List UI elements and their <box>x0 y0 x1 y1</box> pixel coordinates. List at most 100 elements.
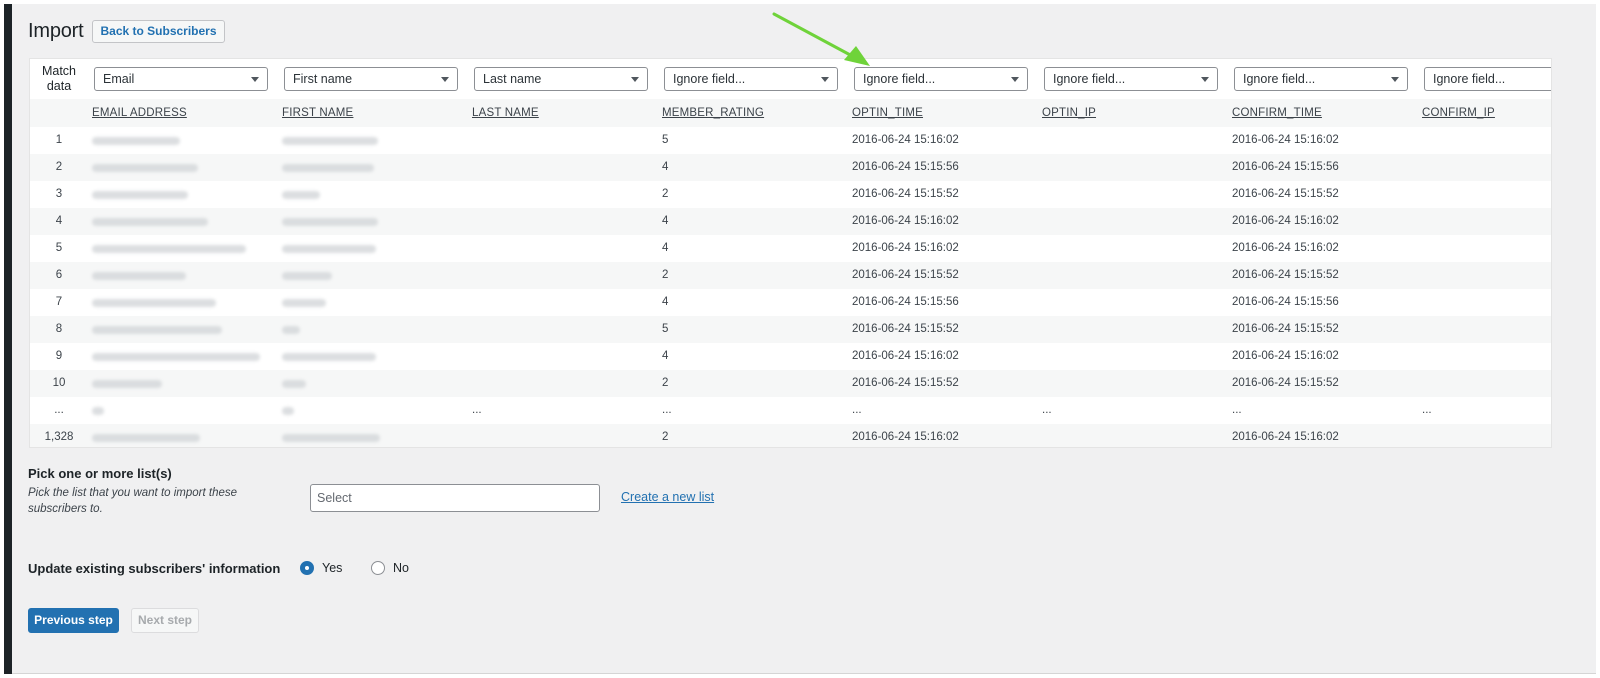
member-rating-cell: 4 <box>662 215 669 227</box>
blurred-first-name <box>282 245 376 253</box>
annotation-arrow-shaft <box>772 12 856 59</box>
column-header-optin-ip: OPTIN_IP <box>1042 107 1097 119</box>
import-page: Import Back to Subscribers Match data Em… <box>12 4 1596 674</box>
member-rating-cell: 4 <box>662 161 669 173</box>
update-yes-option[interactable]: Yes <box>300 561 342 575</box>
chevron-down-icon <box>251 77 259 82</box>
table-row: 1 5 2016-06-24 15:16:02 2016-06-24 15:16:02 <box>30 127 1551 154</box>
blurred-email <box>92 272 186 280</box>
member-rating-cell: 2 <box>662 188 669 200</box>
chevron-down-icon <box>1391 77 1399 82</box>
match-data-label: Match data <box>41 64 77 93</box>
confirm-time-cell: 2016-06-24 15:16:02 <box>1232 431 1339 443</box>
optin-time-cell: 2016-06-24 15:16:02 <box>852 215 959 227</box>
radio-no[interactable] <box>371 561 385 575</box>
blurred-email <box>92 299 216 307</box>
row-number: 5 <box>55 242 63 254</box>
table-row: 3 2 2016-06-24 15:15:52 2016-06-24 15:15:52 <box>30 181 1551 208</box>
chevron-down-icon <box>1201 77 1209 82</box>
column-header-first-name: FIRST NAME <box>282 107 354 119</box>
column-header-confirm-ip: CONFIRM_IP <box>1422 107 1495 119</box>
ellipsis-cell: ... <box>1232 404 1242 416</box>
blurred-first-name <box>282 272 332 280</box>
confirm-time-cell: 2016-06-24 15:16:02 <box>1232 134 1339 146</box>
blurred-email <box>92 434 200 442</box>
blurred-email <box>92 380 162 388</box>
field-select-first-name[interactable]: First name <box>284 67 458 91</box>
table-row: ..................... <box>30 397 1551 424</box>
field-select-last-name[interactable]: Last name <box>474 67 648 91</box>
create-new-list-link[interactable]: Create a new list <box>621 490 714 504</box>
row-number: 7 <box>55 296 63 308</box>
radio-yes[interactable] <box>300 561 314 575</box>
optin-time-cell: 2016-06-24 15:15:56 <box>852 296 959 308</box>
blurred-first-name <box>282 191 320 199</box>
confirm-time-cell: 2016-06-24 15:15:52 <box>1232 377 1339 389</box>
optin-time-cell: 2016-06-24 15:16:02 <box>852 242 959 254</box>
table-row: 7 4 2016-06-24 15:15:56 2016-06-24 15:15:56 <box>30 289 1551 316</box>
chevron-down-icon <box>1011 77 1019 82</box>
column-header-optin-time: OPTIN_TIME <box>852 107 924 119</box>
list-select-input[interactable]: Select <box>310 484 600 512</box>
column-header-confirm-time: CONFIRM_TIME <box>1232 107 1322 119</box>
blurred-email <box>92 407 104 415</box>
optin-time-cell: 2016-06-24 15:16:02 <box>852 350 959 362</box>
table-row: 1,328 2 2016-06-24 15:16:02 2016-06-24 15:1… <box>30 424 1551 447</box>
member-rating-cell: 4 <box>662 242 669 254</box>
row-number: 8 <box>55 323 63 335</box>
title-row: Import Back to Subscribers <box>28 16 225 46</box>
import-preview-table: Match data Email First name Last name Ig… <box>29 58 1552 448</box>
confirm-time-cell: 2016-06-24 15:15:56 <box>1232 296 1339 308</box>
ellipsis-cell: ... <box>852 404 862 416</box>
list-picker-description: Pick the list that you want to import th… <box>28 487 238 515</box>
confirm-time-cell: 2016-06-24 15:16:02 <box>1232 350 1339 362</box>
list-picker-title: Pick one or more list(s) <box>28 466 172 481</box>
optin-time-cell: 2016-06-24 15:15:52 <box>852 269 959 281</box>
optin-time-cell: 2016-06-24 15:16:02 <box>852 134 959 146</box>
blurred-first-name <box>282 164 374 172</box>
annotation-arrow-icon <box>772 12 870 66</box>
field-select-email[interactable]: Email <box>94 67 268 91</box>
ellipsis-cell: ... <box>1042 404 1052 416</box>
optin-time-cell: 2016-06-24 15:15:52 <box>852 188 959 200</box>
chevron-down-icon <box>631 77 639 82</box>
blurred-first-name <box>282 380 306 388</box>
row-number: 10 <box>52 377 66 389</box>
previous-step-button[interactable]: Previous step <box>28 608 119 633</box>
update-existing-label: Update existing subscribers' information <box>28 561 281 576</box>
optin-time-cell: 2016-06-24 15:16:02 <box>852 431 959 443</box>
confirm-time-cell: 2016-06-24 15:15:56 <box>1232 161 1339 173</box>
left-edge-bar <box>4 4 12 674</box>
update-no-option[interactable]: No <box>371 561 409 575</box>
blurred-first-name <box>282 299 326 307</box>
field-select-confirm-time[interactable]: Ignore field... <box>1234 67 1408 91</box>
optin-time-cell: 2016-06-24 15:15:56 <box>852 161 959 173</box>
bottom-divider <box>12 673 1596 674</box>
confirm-time-cell: 2016-06-24 15:16:02 <box>1232 242 1339 254</box>
optin-time-cell: 2016-06-24 15:15:52 <box>852 323 959 335</box>
field-select-confirm-ip[interactable]: Ignore field... <box>1424 67 1551 91</box>
table-row: 6 2 2016-06-24 15:15:52 2016-06-24 15:15:52 <box>30 262 1551 289</box>
list-picker-section: Pick one or more list(s) Pick the list t… <box>28 466 268 517</box>
member-rating-cell: 2 <box>662 431 669 443</box>
blurred-email <box>92 326 222 334</box>
blurred-first-name <box>282 326 300 334</box>
optin-time-cell: 2016-06-24 15:15:52 <box>852 377 959 389</box>
radio-no-label: No <box>393 561 409 575</box>
row-number: 9 <box>55 350 63 362</box>
chevron-down-icon <box>821 77 829 82</box>
page-title: Import <box>28 19 84 42</box>
blurred-email <box>92 191 188 199</box>
back-to-subscribers-button[interactable]: Back to Subscribers <box>92 19 225 43</box>
field-select-optin-ip[interactable]: Ignore field... <box>1044 67 1218 91</box>
column-header-last-name: LAST NAME <box>472 107 539 119</box>
ellipsis-cell: ... <box>472 404 482 416</box>
blurred-first-name <box>282 434 380 442</box>
row-number: 6 <box>55 269 63 281</box>
row-number: 3 <box>55 188 63 200</box>
next-step-button[interactable]: Next step <box>131 608 199 633</box>
table-row: 8 5 2016-06-24 15:15:52 2016-06-24 15:15:52 <box>30 316 1551 343</box>
member-rating-cell: 4 <box>662 296 669 308</box>
blurred-email <box>92 218 208 226</box>
table-row: 9 4 2016-06-24 15:16:02 2016-06-24 15:16:02 <box>30 343 1551 370</box>
